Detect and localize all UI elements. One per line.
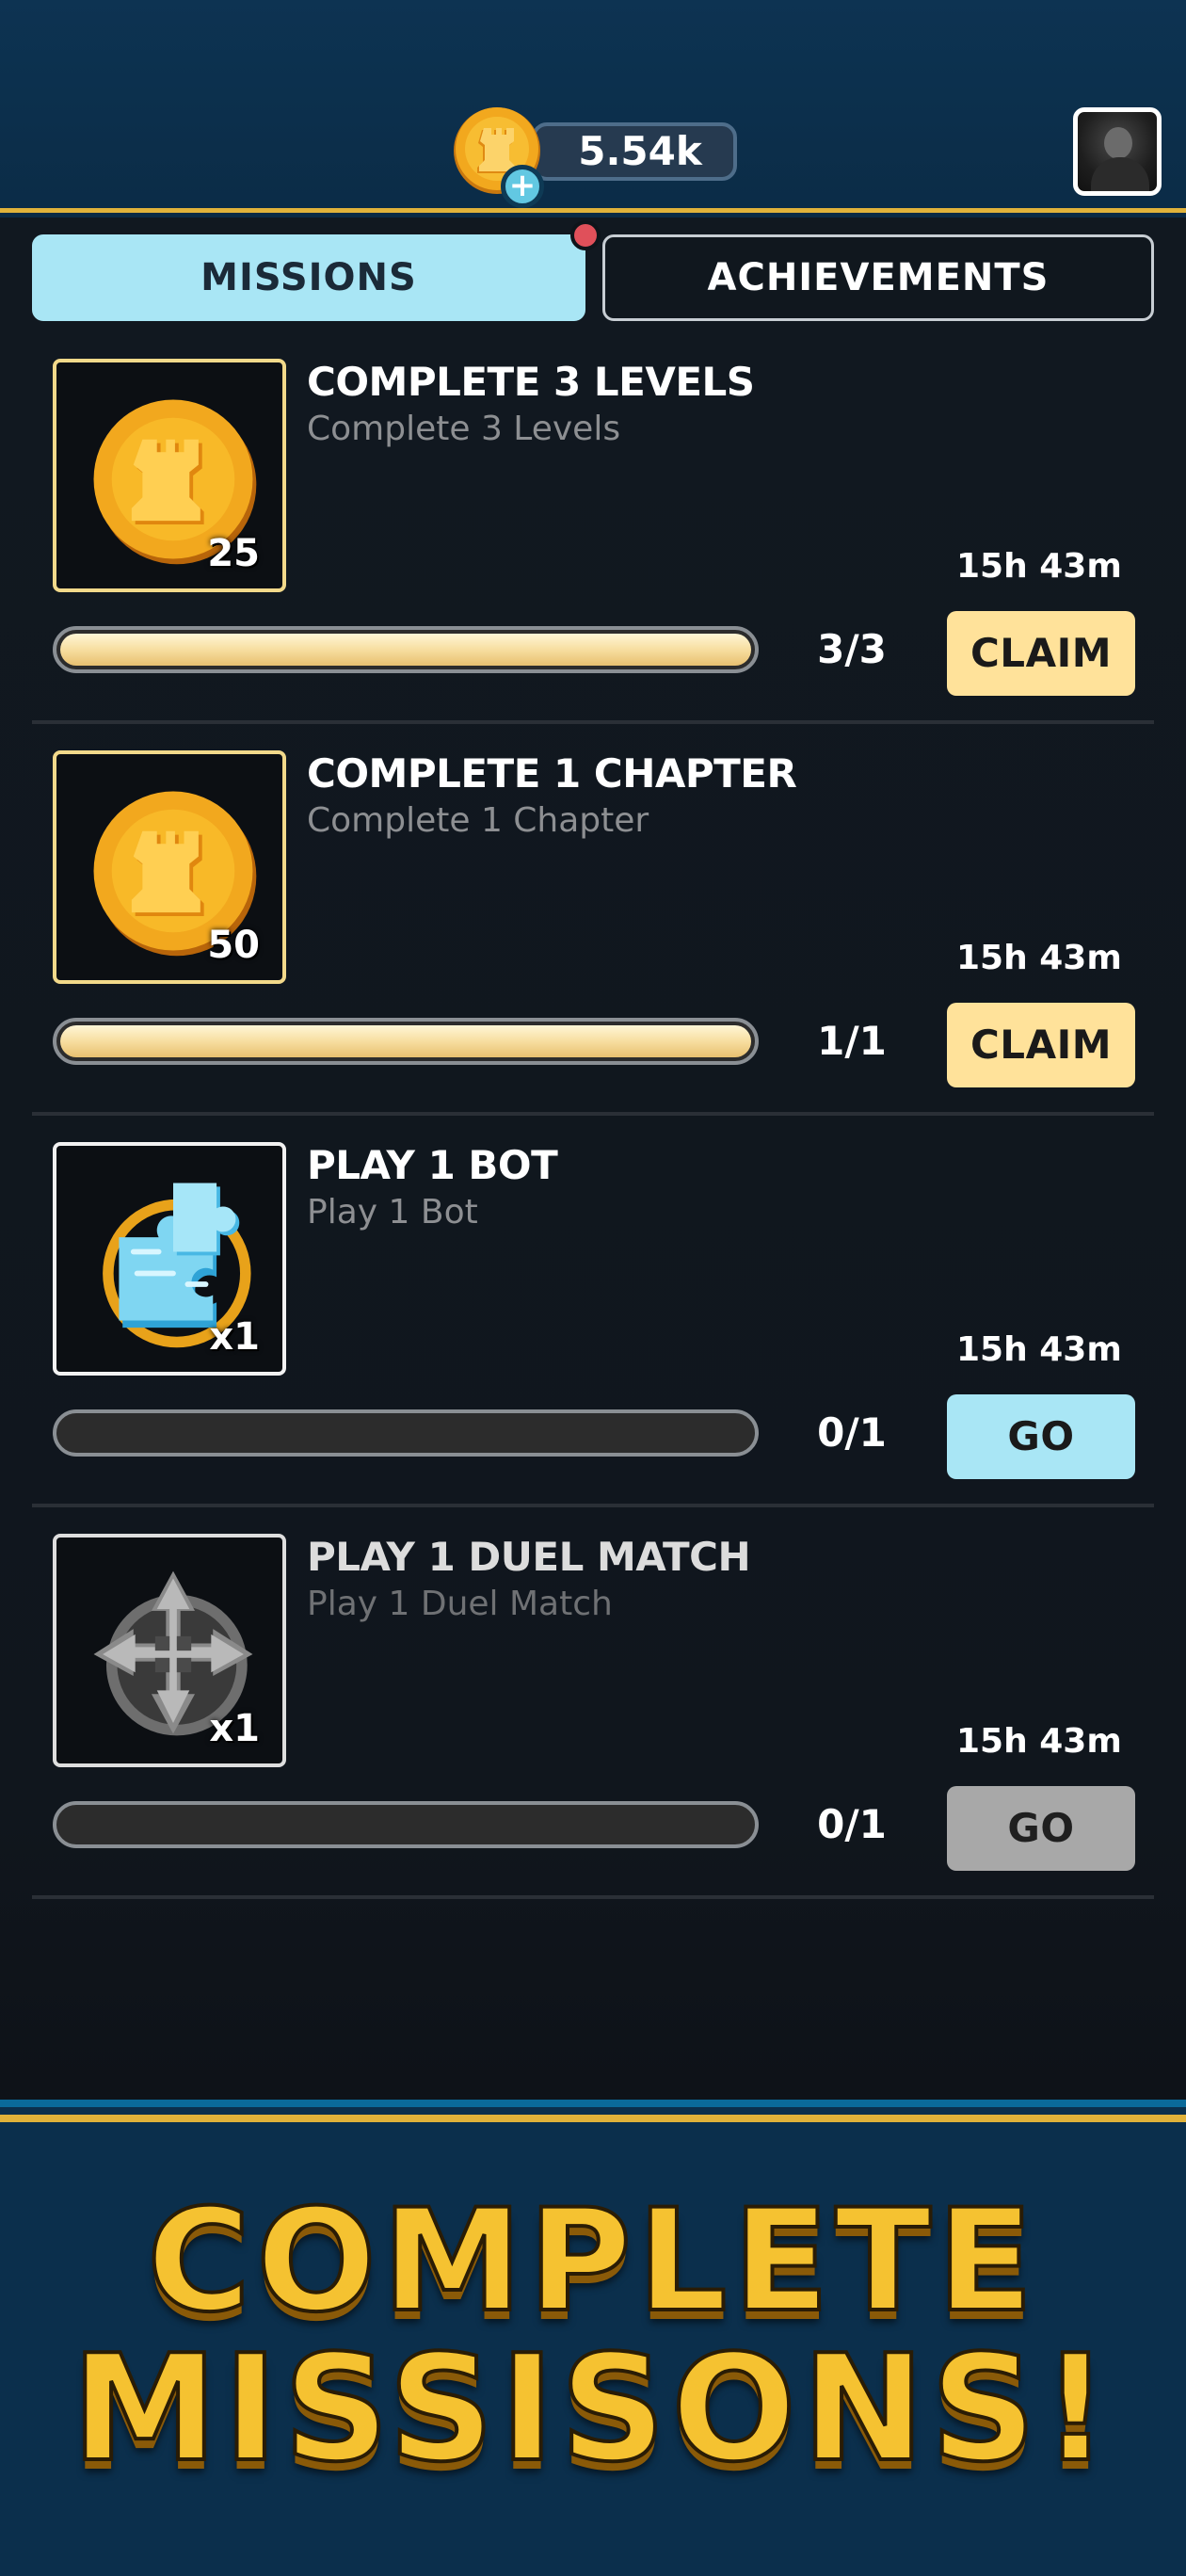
top-bar: 5.54k + xyxy=(0,0,1186,213)
progress-count: 0/1 xyxy=(817,1409,887,1456)
currency-value: 5.54k xyxy=(578,128,702,174)
mission-item: 25 COMPLETE 3 LEVELS Complete 3 Levels 1… xyxy=(0,359,1186,750)
reward-quantity: 25 xyxy=(207,532,260,575)
mission-timer: 15h 43m xyxy=(956,1722,1122,1761)
mission-subtitle: Complete 1 Chapter xyxy=(307,801,649,840)
row-divider xyxy=(32,1112,1154,1116)
mission-subtitle: Complete 3 Levels xyxy=(307,410,621,448)
row-divider xyxy=(32,720,1154,724)
mission-item: x1 PLAY 1 DUEL MATCH Play 1 Duel Match 1… xyxy=(0,1534,1186,1925)
mission-title: PLAY 1 DUEL MATCH xyxy=(307,1534,751,1580)
mission-item: x1 PLAY 1 BOT Play 1 Bot 15h 43m 0/1 GO xyxy=(0,1142,1186,1534)
row-divider xyxy=(32,1895,1154,1899)
tab-missions[interactable]: MISSIONS xyxy=(32,234,585,321)
progress-count: 0/1 xyxy=(817,1801,887,1847)
reward-icon-box: x1 xyxy=(53,1142,286,1376)
mission-timer: 15h 43m xyxy=(956,939,1122,977)
reward-icon-box: 25 xyxy=(53,359,286,592)
avatar-head xyxy=(1104,127,1132,159)
progress-count: 1/1 xyxy=(817,1018,887,1064)
claim-button[interactable]: CLAIM xyxy=(947,1003,1135,1087)
mission-item: 50 COMPLETE 1 CHAPTER Complete 1 Chapter… xyxy=(0,750,1186,1142)
mission-timer: 15h 43m xyxy=(956,1330,1122,1369)
mission-title: COMPLETE 1 CHAPTER xyxy=(307,750,797,797)
go-button[interactable]: GO xyxy=(947,1394,1135,1479)
banner-headline-line2: MISSISONS! xyxy=(70,2323,1115,2494)
reward-icon-box: 50 xyxy=(53,750,286,984)
banner-headline-line1: COMPLETE xyxy=(145,2180,1039,2343)
progress-bar-fill xyxy=(60,634,751,666)
mission-title: COMPLETE 3 LEVELS xyxy=(307,359,755,405)
mission-subtitle: Play 1 Bot xyxy=(307,1193,478,1232)
row-divider xyxy=(32,1504,1154,1507)
mission-timer: 15h 43m xyxy=(956,547,1122,586)
reward-quantity: x1 xyxy=(209,1707,260,1750)
progress-bar xyxy=(53,1018,759,1065)
mission-subtitle: Play 1 Duel Match xyxy=(307,1585,613,1623)
progress-bar xyxy=(53,1409,759,1457)
progress-count: 3/3 xyxy=(817,626,887,672)
progress-bar xyxy=(53,626,759,673)
notification-dot xyxy=(570,220,601,250)
progress-bar-fill xyxy=(60,1025,751,1057)
reward-quantity: x1 xyxy=(209,1315,260,1359)
reward-quantity: 50 xyxy=(207,924,260,967)
go-button-disabled[interactable]: GO xyxy=(947,1786,1135,1871)
add-currency-button[interactable]: + xyxy=(501,165,544,208)
reward-icon-box: x1 xyxy=(53,1534,286,1767)
mission-title: PLAY 1 BOT xyxy=(307,1142,558,1188)
tab-achievements[interactable]: ACHIEVEMENTS xyxy=(602,234,1154,321)
profile-avatar[interactable] xyxy=(1073,107,1162,196)
avatar-body xyxy=(1091,157,1149,191)
progress-bar xyxy=(53,1801,759,1848)
claim-button[interactable]: CLAIM xyxy=(947,611,1135,696)
